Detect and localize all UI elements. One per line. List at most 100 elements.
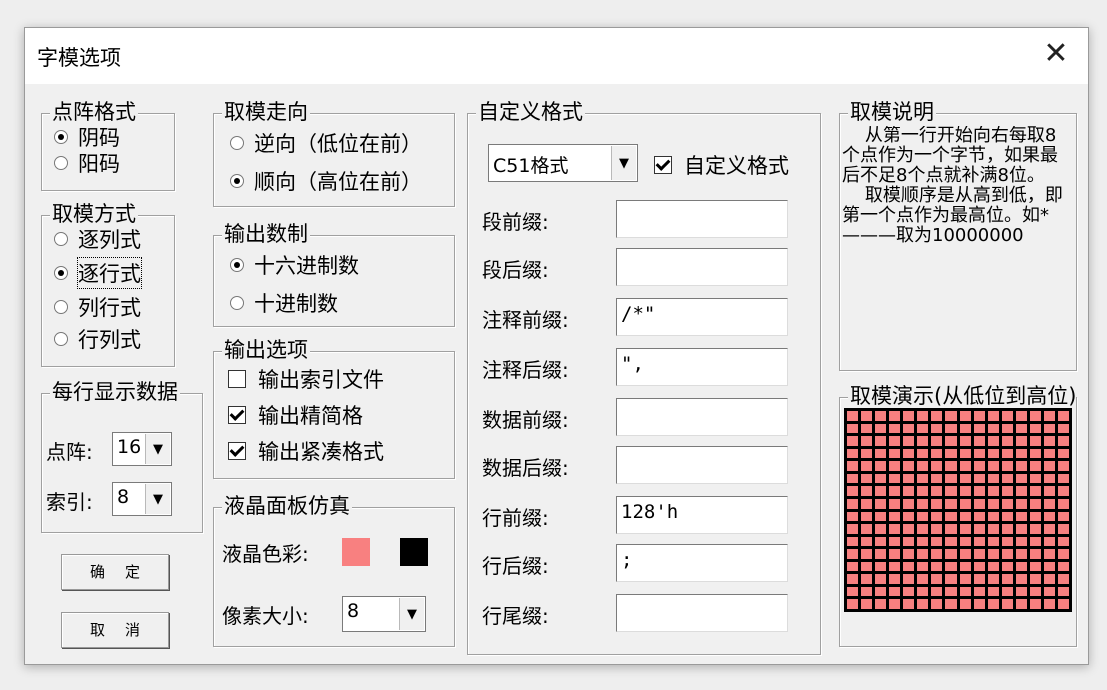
demo-pixel [1001, 574, 1013, 584]
demo-pixel [1001, 423, 1013, 434]
demo-pixel [1029, 574, 1041, 584]
checkbox-icon[interactable] [654, 156, 672, 174]
demo-pixel [1029, 599, 1041, 609]
radio-icon[interactable] [54, 130, 68, 144]
chevron-down-icon[interactable]: ▼ [145, 434, 170, 464]
demo-pixel [945, 436, 957, 446]
radio-icon[interactable] [54, 232, 68, 246]
demo-pixel [1001, 436, 1013, 446]
demo-pixel [945, 486, 957, 496]
demo-pixel [973, 498, 985, 509]
cancel-button[interactable]: 取消 [61, 612, 169, 648]
radio-icon[interactable] [54, 156, 68, 170]
radio-row-mode[interactable]: 逐行式 [54, 257, 142, 289]
demo-pixel [1057, 536, 1069, 547]
ok-button[interactable]: 确定 [61, 554, 169, 590]
demo-pixel [875, 599, 887, 609]
demo-pixel [889, 411, 901, 421]
check-output-compact[interactable]: 输出精简格 [228, 400, 363, 430]
field-label: 段后缀: [482, 258, 549, 282]
demo-pixel [889, 498, 901, 509]
index-count-select[interactable]: 8 ▼ [112, 482, 172, 516]
demo-pixel [959, 536, 971, 547]
demo-pixel [959, 498, 971, 509]
checkbox-icon[interactable] [228, 370, 246, 388]
select-value: 16 [117, 436, 142, 458]
checkbox-icon[interactable] [228, 442, 246, 460]
demo-pixel [1029, 511, 1041, 522]
lcd-on-color-swatch[interactable] [342, 538, 370, 566]
radio-hex[interactable]: 十六进制数 [230, 250, 359, 280]
demo-pixel [959, 586, 971, 597]
direction-options: 逆向（低位在前） 顺向（高位在前） [214, 114, 452, 204]
radio-icon[interactable] [230, 174, 244, 188]
data-prefix-input[interactable] [616, 398, 788, 436]
chevron-down-icon[interactable]: ▼ [611, 146, 636, 180]
data-suffix-input[interactable] [616, 446, 788, 484]
demo-pixel [917, 486, 929, 496]
demo-pixel [1001, 549, 1013, 559]
close-icon[interactable]: ✕ [1038, 36, 1074, 72]
demo-pixel [1015, 536, 1027, 547]
demo-pixel [1057, 599, 1069, 609]
pixel-size-select[interactable]: 8 ▼ [342, 596, 426, 632]
lcd-off-color-swatch[interactable] [400, 538, 428, 566]
radio-icon[interactable] [230, 136, 244, 150]
demo-pixel [1029, 448, 1041, 459]
demo-pixel [1001, 461, 1013, 471]
demo-pixel [987, 473, 999, 484]
line-end-input[interactable] [616, 594, 788, 632]
demo-pixel [959, 461, 971, 471]
demo-pixel [861, 536, 873, 547]
demo-pixel [1029, 549, 1041, 559]
demo-pixel [931, 473, 943, 484]
radio-icon[interactable] [54, 332, 68, 346]
radio-icon[interactable] [230, 296, 244, 310]
radio-row-column-mode[interactable]: 行列式 [54, 324, 141, 354]
comment-prefix-input[interactable]: /*" [616, 298, 788, 336]
section-suffix-input[interactable] [616, 248, 788, 286]
dot-count-select[interactable]: 16 ▼ [112, 432, 172, 466]
direction-group: 取模走向 逆向（低位在前） 顺向（高位在前） [213, 99, 455, 207]
radio-icon[interactable] [230, 258, 244, 272]
radio-column-mode[interactable]: 逐列式 [54, 224, 141, 254]
checkbox-icon[interactable] [228, 406, 246, 424]
section-prefix-input[interactable] [616, 200, 788, 238]
demo-pixel [1015, 524, 1027, 534]
demo-pixel [945, 536, 957, 547]
radio-icon[interactable] [54, 300, 68, 314]
radio-decimal[interactable]: 十进制数 [230, 288, 338, 318]
demo-pixel [875, 549, 887, 559]
radio-positive-code[interactable]: 阳码 [54, 148, 120, 178]
demo-pixel [945, 448, 957, 459]
check-output-tight[interactable]: 输出紧凑格式 [228, 436, 384, 466]
demo-pixel [889, 524, 901, 534]
chevron-down-icon[interactable]: ▼ [145, 484, 170, 514]
custom-format-group: 自定义格式 C51格式 ▼ 自定义格式 段前缀: 段后缀: 注释前缀: /*" … [467, 99, 821, 655]
demo-pixel [987, 423, 999, 434]
dot-count-label: 点阵: [46, 440, 93, 464]
demo-pixel [987, 461, 999, 471]
format-select[interactable]: C51格式 ▼ [488, 144, 638, 182]
radio-forward-direction[interactable]: 顺向（高位在前） [230, 166, 422, 196]
chevron-down-icon[interactable]: ▼ [399, 598, 424, 630]
line-prefix-input[interactable]: 128'h [616, 496, 788, 534]
demo-pixel [889, 461, 901, 471]
check-custom-format[interactable]: 自定义格式 [654, 150, 789, 180]
line-suffix-input[interactable]: ; [616, 544, 788, 582]
field-label: 行后缀: [482, 554, 549, 578]
demo-pixel [917, 536, 929, 547]
radio-column-row-mode[interactable]: 列行式 [54, 292, 141, 322]
demo-pixel [861, 498, 873, 509]
demo-pixel [959, 423, 971, 434]
comment-suffix-input[interactable]: ", [616, 348, 788, 386]
demo-pixel [987, 486, 999, 496]
pixel-size-label: 像素大小: [222, 604, 309, 628]
check-output-index-file[interactable]: 输出索引文件 [228, 364, 384, 394]
demo-pixel [973, 411, 985, 421]
demo-pixel [973, 536, 985, 547]
demo-pixel [1001, 411, 1013, 421]
radio-reverse-direction[interactable]: 逆向（低位在前） [230, 128, 422, 158]
radio-icon[interactable] [54, 266, 68, 280]
demo-pixel [959, 599, 971, 609]
